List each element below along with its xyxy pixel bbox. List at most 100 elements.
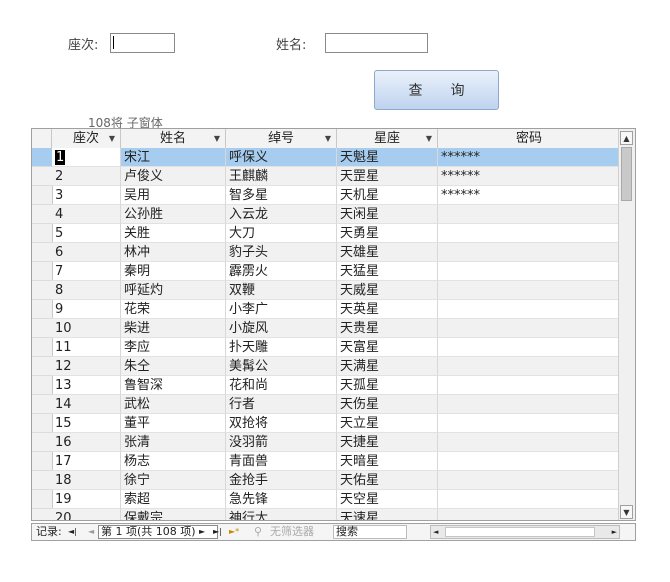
cell-password[interactable]: [438, 357, 620, 376]
cell-star[interactable]: 天捷星: [337, 433, 438, 452]
cell-password[interactable]: [438, 281, 620, 300]
cell-nickname[interactable]: 青面兽: [226, 452, 337, 471]
cell-nickname[interactable]: 小李广: [226, 300, 337, 319]
column-header-password[interactable]: 密码: [438, 129, 620, 148]
record-selector[interactable]: [32, 262, 52, 281]
cell-password[interactable]: [438, 433, 620, 452]
cell-nickname[interactable]: 双抢将: [226, 414, 337, 433]
cell-name[interactable]: 张清: [121, 433, 226, 452]
query-button[interactable]: 查询: [374, 70, 499, 110]
cell-nickname[interactable]: 小旋风: [226, 319, 337, 338]
cell-nickname[interactable]: 金抢手: [226, 471, 337, 490]
cell-name[interactable]: 秦明: [121, 262, 226, 281]
table-row[interactable]: 9 花荣 小李广 天英星: [32, 300, 620, 319]
funnel-icon[interactable]: ⚲: [254, 524, 262, 540]
cell-password[interactable]: [438, 205, 620, 224]
record-selector[interactable]: [32, 300, 52, 319]
cell-star[interactable]: 天暗星: [337, 452, 438, 471]
cell-password[interactable]: [438, 262, 620, 281]
table-row[interactable]: 6 林冲 豹子头 天雄星: [32, 243, 620, 262]
chevron-down-icon[interactable]: ▼: [426, 129, 432, 148]
record-selector[interactable]: [32, 357, 52, 376]
record-selector[interactable]: [32, 338, 52, 357]
cell-password[interactable]: ******: [438, 186, 620, 205]
cell-name[interactable]: 董平: [121, 414, 226, 433]
chevron-down-icon[interactable]: ▼: [109, 129, 115, 148]
cell-password[interactable]: [438, 414, 620, 433]
cell-password[interactable]: [438, 243, 620, 262]
table-row[interactable]: 15 董平 双抢将 天立星: [32, 414, 620, 433]
cell-password[interactable]: [438, 338, 620, 357]
column-header-seat[interactable]: 座次 ▼: [52, 129, 121, 148]
cell-star[interactable]: 天空星: [337, 490, 438, 509]
cell-name[interactable]: 宋江: [121, 148, 226, 167]
cell-nickname[interactable]: 行者: [226, 395, 337, 414]
cell-seat[interactable]: 7: [52, 262, 121, 281]
cell-nickname[interactable]: 王麒麟: [226, 167, 337, 186]
table-row[interactable]: 4 公孙胜 入云龙 天闲星: [32, 205, 620, 224]
cell-password[interactable]: [438, 224, 620, 243]
cell-nickname[interactable]: 美髯公: [226, 357, 337, 376]
cell-star[interactable]: 天满星: [337, 357, 438, 376]
record-selector[interactable]: [32, 376, 52, 395]
cell-nickname[interactable]: 豹子头: [226, 243, 337, 262]
record-selector[interactable]: [32, 509, 52, 520]
record-selector[interactable]: [32, 414, 52, 433]
chevron-down-icon[interactable]: ▼: [325, 129, 331, 148]
cell-name[interactable]: 杨志: [121, 452, 226, 471]
scroll-thumb[interactable]: [621, 147, 632, 201]
record-selector[interactable]: [32, 148, 52, 167]
first-record-icon[interactable]: ◄|: [68, 524, 77, 540]
cell-name[interactable]: 林冲: [121, 243, 226, 262]
record-selector[interactable]: [32, 281, 52, 300]
horizontal-scrollbar[interactable]: ◄ ►: [430, 525, 620, 539]
next-record-icon[interactable]: ►: [199, 524, 205, 540]
cell-seat[interactable]: 20: [52, 509, 121, 520]
chevron-down-icon[interactable]: ▼: [214, 129, 220, 148]
table-row[interactable]: 5 关胜 大刀 天勇星: [32, 224, 620, 243]
last-record-icon[interactable]: ►|: [213, 524, 222, 540]
select-all-corner[interactable]: [32, 129, 52, 148]
cell-password[interactable]: [438, 319, 620, 338]
table-row[interactable]: 3 吴用 智多星 天机星 ******: [32, 186, 620, 205]
table-row[interactable]: 18 徐宁 金抢手 天佑星: [32, 471, 620, 490]
cell-seat[interactable]: 8: [52, 281, 121, 300]
cell-nickname[interactable]: 呼保义: [226, 148, 337, 167]
cell-password[interactable]: [438, 395, 620, 414]
cell-nickname[interactable]: 入云龙: [226, 205, 337, 224]
cell-star[interactable]: 天富星: [337, 338, 438, 357]
cell-star[interactable]: 天猛星: [337, 262, 438, 281]
cell-seat[interactable]: 3: [52, 186, 121, 205]
cell-seat[interactable]: 2: [52, 167, 121, 186]
table-row[interactable]: 20 保戴宗 神行太 天速星: [32, 509, 620, 520]
cell-name[interactable]: 公孙胜: [121, 205, 226, 224]
cell-name[interactable]: 李应: [121, 338, 226, 357]
cell-name[interactable]: 武松: [121, 395, 226, 414]
cell-password[interactable]: [438, 490, 620, 509]
cell-password[interactable]: ******: [438, 167, 620, 186]
cell-password[interactable]: [438, 376, 620, 395]
cell-seat[interactable]: 17: [52, 452, 121, 471]
cell-seat[interactable]: 18: [52, 471, 121, 490]
column-header-name[interactable]: 姓名 ▼: [121, 129, 226, 148]
cell-name[interactable]: 柴进: [121, 319, 226, 338]
cell-name[interactable]: 呼延灼: [121, 281, 226, 300]
cell-star[interactable]: 天雄星: [337, 243, 438, 262]
table-row[interactable]: 10 柴进 小旋风 天贵星: [32, 319, 620, 338]
cell-star[interactable]: 天贵星: [337, 319, 438, 338]
cell-seat[interactable]: 14: [52, 395, 121, 414]
cell-name[interactable]: 鲁智深: [121, 376, 226, 395]
table-row[interactable]: 14 武松 行者 天伤星: [32, 395, 620, 414]
scroll-left-icon[interactable]: ◄: [433, 526, 438, 538]
record-selector[interactable]: [32, 186, 52, 205]
cell-name[interactable]: 吴用: [121, 186, 226, 205]
cell-name[interactable]: 徐宁: [121, 471, 226, 490]
cell-password[interactable]: [438, 452, 620, 471]
cell-star[interactable]: 天佑星: [337, 471, 438, 490]
cell-star[interactable]: 天机星: [337, 186, 438, 205]
cell-nickname[interactable]: 没羽箭: [226, 433, 337, 452]
table-row[interactable]: 11 李应 扑天雕 天富星: [32, 338, 620, 357]
cell-seat[interactable]: 16: [52, 433, 121, 452]
cell-name[interactable]: 索超: [121, 490, 226, 509]
cell-seat[interactable]: 15: [52, 414, 121, 433]
